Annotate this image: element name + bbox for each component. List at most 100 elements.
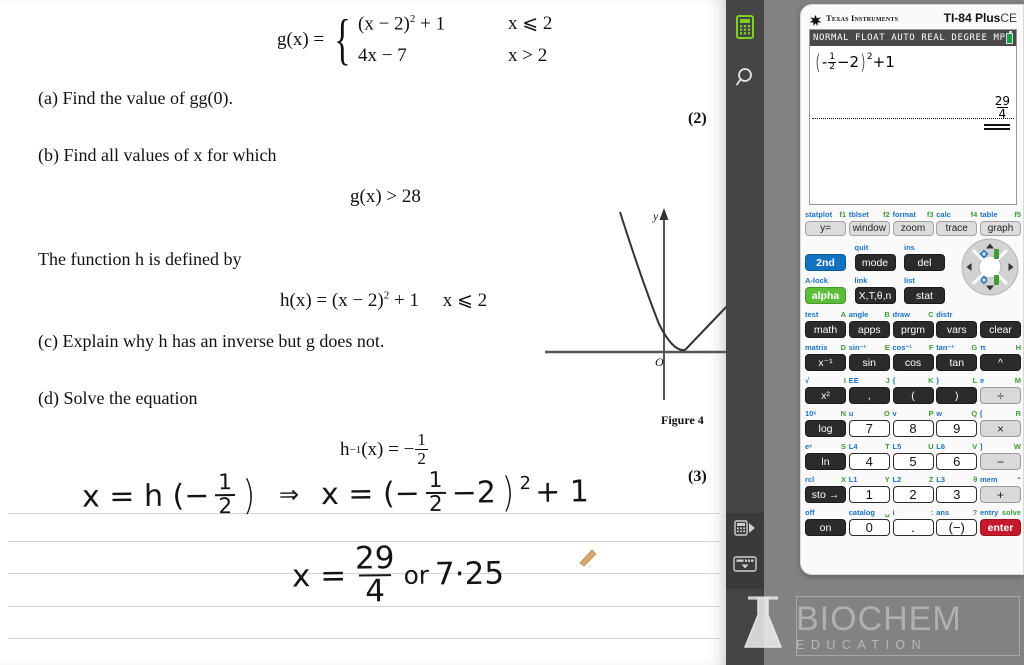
- key-alpha[interactable]: alpha: [805, 287, 846, 304]
- calculator-icon[interactable]: [730, 12, 760, 42]
- key-1[interactable]: 1: [848, 486, 890, 503]
- marks-a: (2): [688, 110, 707, 127]
- question-c: (c) Explain why h has an inverse but g d…: [38, 331, 385, 351]
- label-bracket-close: ] W: [980, 442, 1021, 451]
- calculator-screen[interactable]: NORMAL FLOAT AUTO REAL DEGREE MP ( - 1 2…: [809, 29, 1017, 205]
- label-list: list: [904, 276, 915, 285]
- key-graph[interactable]: graph: [980, 221, 1021, 236]
- status-text: NORMAL FLOAT AUTO REAL DEGREE MP: [813, 33, 1006, 43]
- hw-l1-close-paren: ): [242, 470, 256, 519]
- h-intro-text: The function h is defined by: [38, 249, 242, 269]
- screen-divider: [812, 118, 1014, 119]
- key-mode[interactable]: mode: [854, 254, 896, 271]
- row-labels-2nd: quit ins: [805, 242, 945, 253]
- key-6[interactable]: 6: [936, 453, 978, 470]
- key-minus[interactable]: −: [980, 453, 1021, 470]
- key-math[interactable]: math: [805, 321, 846, 338]
- inequality-expression: g(x) > 28: [350, 186, 421, 207]
- key-prgm[interactable]: prgm: [892, 321, 934, 338]
- key-4[interactable]: 4: [848, 453, 890, 470]
- key-2[interactable]: 2: [892, 486, 934, 503]
- key-stat[interactable]: stat: [904, 287, 945, 304]
- key-apps[interactable]: apps: [848, 321, 890, 338]
- key-2nd[interactable]: 2nd: [805, 254, 846, 271]
- document-pane[interactable]: g(x) = { (x − 2)2 + 1 x ⩽ 2 4x − 7 x > 2…: [0, 0, 740, 665]
- step-through-icon[interactable]: [730, 513, 760, 543]
- key-paren-close[interactable]: ): [936, 387, 978, 404]
- key-5[interactable]: 5: [892, 453, 934, 470]
- row-labels-789: 10ˣ N uO vP wQ [R: [805, 408, 1021, 419]
- key-0[interactable]: 0: [848, 519, 890, 536]
- key-del[interactable]: del: [904, 254, 945, 271]
- key-plus[interactable]: +: [980, 486, 1021, 503]
- label-sin-inv: sin⁻¹ E: [848, 343, 890, 352]
- label-draw: draw C: [892, 310, 934, 319]
- key-sin[interactable]: sin: [848, 354, 890, 371]
- one-half-fraction: 1 2: [415, 430, 428, 468]
- key-clear[interactable]: clear: [980, 321, 1021, 338]
- label-tan-inv: tan⁻¹ G: [936, 343, 978, 352]
- key-ln[interactable]: ln: [805, 453, 846, 470]
- keypad-upper-block: quit ins 2nd mode del A-lock link list a…: [805, 238, 1021, 304]
- key-caret[interactable]: ^: [980, 354, 1021, 371]
- key-cos[interactable]: cos: [892, 354, 934, 371]
- key-window[interactable]: window: [848, 221, 890, 236]
- key-paren-open[interactable]: (: [892, 387, 934, 404]
- key-xton[interactable]: X,T,θ,n: [854, 287, 896, 304]
- function-definition-h: h(x) = (x − 2)2 + 1 x ⩽ 2: [280, 289, 488, 311]
- key-3[interactable]: 3: [936, 486, 978, 503]
- row-labels-paren: √ I EE J {K } L eM: [805, 375, 1021, 386]
- key-9[interactable]: 9: [936, 420, 978, 437]
- key-y-equals[interactable]: y=: [805, 221, 846, 236]
- key-on[interactable]: on: [805, 519, 846, 536]
- entry-mid: −2: [836, 53, 860, 71]
- key-log[interactable]: log: [805, 420, 846, 437]
- fn-label-0: statplot f1: [805, 210, 846, 219]
- key-tan[interactable]: tan: [936, 354, 978, 371]
- label-l2: L2 Z: [892, 475, 934, 484]
- battery-icon: [1006, 30, 1013, 44]
- h-inverse-equation: h −1 (x) = − 1 2: [340, 430, 428, 468]
- label-link: link: [854, 276, 868, 285]
- label-l3: L3 θ: [936, 475, 978, 484]
- entry-fraction: 1 2: [828, 51, 836, 72]
- label-brace-open: {K: [892, 376, 934, 385]
- key-negate[interactable]: (−): [936, 519, 978, 536]
- label-l4: L4 T: [848, 442, 890, 451]
- ti-84-calculator[interactable]: Texas Instruments TI-84 PlusCE NORMAL FL…: [800, 4, 1024, 575]
- key-decimal[interactable]: .: [892, 519, 934, 536]
- screen-entry-expression: ( - 1 2 −2 ) 2 +1: [814, 50, 895, 74]
- label-distr: distr: [936, 310, 953, 319]
- label-blank-clear: [980, 309, 1021, 320]
- key-sto[interactable]: sto →: [805, 486, 846, 503]
- hw-l2-answer-fraction: 29 4: [354, 540, 395, 610]
- hw-l1-fraction: 1 2: [215, 470, 236, 519]
- keyboard-icon[interactable]: [730, 549, 760, 579]
- key-8[interactable]: 8: [892, 420, 934, 437]
- key-divide[interactable]: ÷: [980, 387, 1021, 404]
- key-row-456: ln 4 5 6 −: [805, 453, 1021, 470]
- key-x-squared[interactable]: x²: [805, 387, 846, 404]
- direction-pad[interactable]: [961, 238, 1019, 296]
- function-definition-g: g(x) = { (x − 2)2 + 1 x ⩽ 2 4x − 7 x > 2: [277, 12, 552, 68]
- label-entry-solve: entry solve: [980, 508, 1021, 517]
- search-icon[interactable]: [730, 62, 760, 92]
- case-row-2: 4x − 7 x > 2: [358, 45, 552, 67]
- key-7[interactable]: 7: [848, 420, 890, 437]
- key-enter[interactable]: enter: [980, 519, 1021, 536]
- entry-minus: -: [821, 53, 828, 71]
- key-comma[interactable]: ,: [848, 387, 890, 404]
- key-zoom[interactable]: zoom: [892, 221, 934, 236]
- key-multiply[interactable]: ×: [980, 420, 1021, 437]
- g-lhs: g(x) =: [277, 28, 325, 50]
- label-l6: L6 V: [936, 442, 978, 451]
- label-a-lock: A-lock: [805, 276, 828, 285]
- fraction-convert-indicator: [984, 124, 1010, 132]
- y-axis-label: y: [652, 209, 659, 223]
- case-1-expression: (x − 2)2 + 1: [358, 12, 446, 34]
- key-trace[interactable]: trace: [936, 221, 978, 236]
- key-x-inverse[interactable]: x⁻¹: [805, 354, 846, 371]
- hw-l1-rhs-exponent: 2: [519, 473, 532, 495]
- label-brace-close: } L: [936, 376, 978, 385]
- key-vars[interactable]: vars: [936, 321, 978, 338]
